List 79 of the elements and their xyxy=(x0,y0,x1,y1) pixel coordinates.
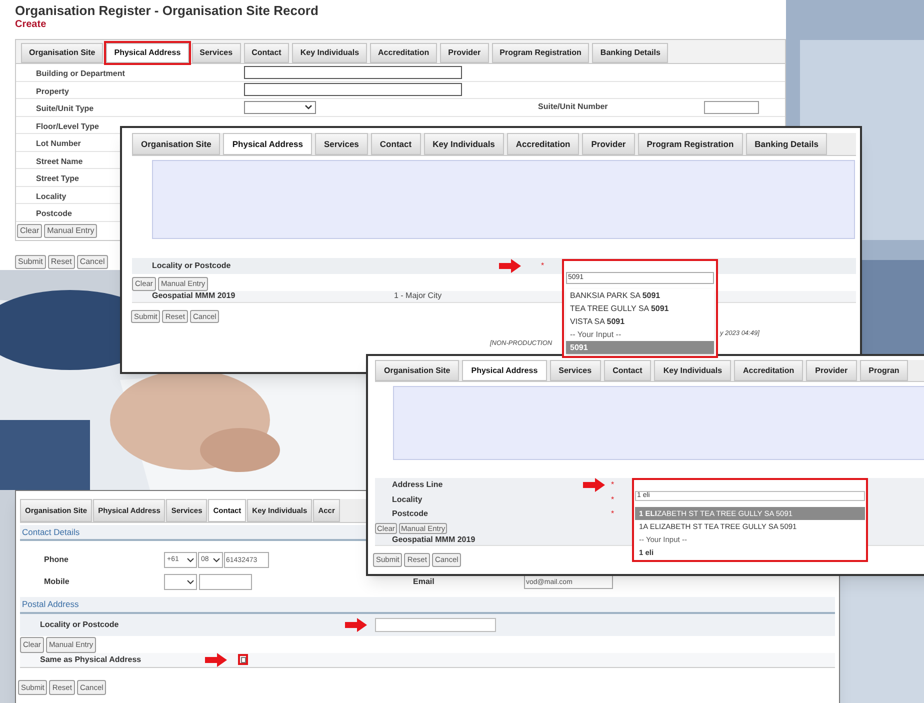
tab[interactable]: Organisation Site xyxy=(132,133,220,155)
input-field[interactable] xyxy=(199,574,252,590)
tab[interactable]: Banking Details xyxy=(746,133,828,155)
input-field[interactable] xyxy=(244,83,462,96)
field-label: Suite/Unit Type xyxy=(36,104,94,114)
field-label: Postcode xyxy=(36,209,72,218)
field-label: Street Type xyxy=(36,174,79,184)
form-button[interactable]: Submit xyxy=(15,254,46,268)
required-marker: * xyxy=(611,479,614,492)
tab[interactable]: Contact xyxy=(370,133,421,155)
tab[interactable]: Organisation Site xyxy=(21,43,104,63)
suggestion-item[interactable]: VISTA SA 5091 xyxy=(566,315,714,328)
field-label: Suite/Unit Number xyxy=(538,101,609,114)
tab[interactable]: Services xyxy=(192,43,241,63)
tab[interactable]: Physical Address xyxy=(106,43,189,63)
tab[interactable]: Provider xyxy=(582,133,635,155)
field-label: Address Line xyxy=(392,479,444,492)
tab[interactable]: Physical Address xyxy=(223,133,312,155)
tab[interactable]: Accreditation xyxy=(734,360,804,381)
tab[interactable]: Contact xyxy=(604,360,652,381)
field-label: Street Name xyxy=(36,156,83,166)
arrow-icon xyxy=(205,652,227,666)
field-label: Phone xyxy=(44,554,70,566)
form-button[interactable]: Clear xyxy=(17,224,42,238)
suggestion-item[interactable]: BANKSIA PARK SA 5091 xyxy=(566,289,714,302)
required-marker: * xyxy=(541,260,544,272)
field-label: Floor/Level Type xyxy=(36,122,99,131)
chevron-down-icon xyxy=(213,558,220,562)
page-mode: Create xyxy=(15,19,46,31)
arrow-icon xyxy=(345,618,367,632)
tab[interactable]: Contact xyxy=(244,43,290,63)
field-label: Locality or Postcode xyxy=(152,260,232,272)
tab[interactable]: Program Registration xyxy=(638,133,743,155)
tab[interactable]: Services xyxy=(550,360,601,381)
field-label: Same as Physical Address xyxy=(40,654,142,666)
suggestion-item[interactable]: TEA TREE GULLY SA 5091 xyxy=(566,302,714,315)
tab[interactable]: Provider xyxy=(440,43,489,63)
field-label: Email xyxy=(413,576,436,588)
arrow-icon xyxy=(499,259,521,273)
input-field[interactable] xyxy=(244,66,462,79)
field-label: Postcode xyxy=(392,508,430,520)
tab[interactable]: Accreditation xyxy=(370,43,438,63)
dropdown-field[interactable] xyxy=(244,100,316,114)
tab[interactable]: Physical Address xyxy=(462,360,547,381)
tab[interactable]: Accreditation xyxy=(506,133,580,155)
tab[interactable]: Key Individuals xyxy=(424,133,504,155)
chevron-down-icon xyxy=(187,580,194,584)
tab[interactable]: Program Registration xyxy=(492,43,590,63)
page-title: Organisation Register - Organisation Site Record xyxy=(15,3,318,19)
field-label: Locality or Postcode xyxy=(40,619,120,631)
tab[interactable]: Banking Details xyxy=(592,43,668,63)
tab[interactable]: Services xyxy=(314,133,368,155)
form-button[interactable]: Reset xyxy=(48,254,75,268)
form-button[interactable]: Manual Entry xyxy=(44,224,98,238)
tab[interactable]: Progran xyxy=(860,360,908,381)
tab[interactable]: Key Individuals xyxy=(654,360,732,381)
dropdown-field[interactable] xyxy=(164,574,197,590)
required-marker: * xyxy=(611,494,614,506)
field-value: 1 - Major City xyxy=(394,290,442,302)
field-label: Locality xyxy=(36,192,66,201)
input-field[interactable] xyxy=(704,100,759,114)
tab[interactable]: Key Individuals xyxy=(292,43,368,63)
arrow-icon xyxy=(583,478,605,492)
suggestion-header: -- Your Input -- xyxy=(569,329,622,341)
field-label: Mobile xyxy=(44,576,70,588)
field-label: Locality xyxy=(392,494,424,506)
field-label: Property xyxy=(36,86,69,96)
chevron-down-icon xyxy=(187,558,194,562)
field-label: Building or Department xyxy=(36,69,125,78)
input-field[interactable] xyxy=(375,618,496,632)
section-header: Postal Address xyxy=(20,597,835,614)
required-marker: * xyxy=(611,508,614,520)
tab[interactable]: Provider xyxy=(806,360,857,381)
tab[interactable]: Organisation Site xyxy=(375,360,460,381)
chevron-down-icon xyxy=(305,104,312,110)
form-button[interactable]: Cancel xyxy=(76,254,108,268)
field-label: Lot Number xyxy=(36,139,81,148)
field-label: Geospatial MMM 2019 xyxy=(152,290,236,302)
checkbox[interactable] xyxy=(240,656,246,662)
